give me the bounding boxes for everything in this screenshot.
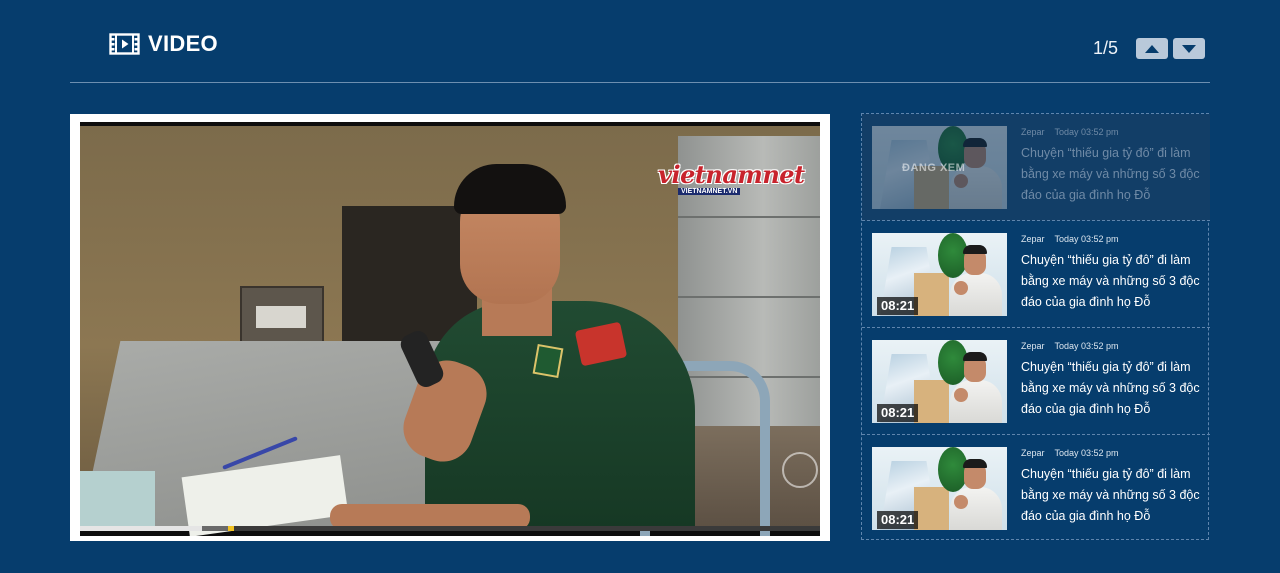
pager-up-button[interactable] [1136, 38, 1168, 59]
video-thumbnail[interactable]: 08:21 [872, 447, 1007, 530]
video-header: VIDEO 1/5 [0, 0, 1280, 84]
playlist-item[interactable]: 08:21 Zepar Today 03:52 pm Chuyện “thiếu gi… [862, 328, 1210, 435]
now-playing-label: ĐANG XEM [902, 162, 966, 174]
item-meta: Zepar Today 03:52 pm [1021, 341, 1119, 351]
item-meta: Zepar Today 03:52 pm [1021, 234, 1119, 244]
header-divider [70, 82, 1210, 83]
watermark-icon [782, 452, 818, 488]
video-thumbnail[interactable]: ĐANG XEM [872, 126, 1007, 209]
video-progress-bar[interactable] [80, 526, 820, 531]
duration-badge: 08:21 [877, 404, 919, 422]
item-meta: Zepar Today 03:52 pm [1021, 127, 1119, 137]
film-icon [109, 33, 140, 55]
item-author: Zepar [1021, 448, 1045, 458]
vietnamnet-logo: vietnamnet VIETNAMNET.VN [658, 160, 805, 195]
item-title[interactable]: Chuyện “thiếu gia tỷ đô” đi làm bằng xe … [1021, 143, 1201, 206]
arrow-up-icon [1145, 44, 1159, 53]
item-title[interactable]: Chuyện “thiếu gia tỷ đô” đi làm bằng xe … [1021, 250, 1201, 313]
pager-indicator: 1/5 [1092, 38, 1118, 58]
video-playlist: ĐANG XEM Zepar Today 03:52 pm Chuyện “thiếu… [861, 113, 1210, 542]
playlist-item[interactable]: 08:21 Zepar Today 03:52 pm Chuyện “thiếu gi… [862, 435, 1210, 542]
pager: 1/5 [1093, 38, 1205, 59]
item-title[interactable]: Chuyện “thiếu gia tỷ đô” đi làm bằng xe … [1021, 357, 1201, 420]
item-time: Today 03:52 pm [1054, 341, 1119, 351]
playlist-item[interactable]: ĐANG XEM Zepar Today 03:52 pm Chuyện “thiếu… [862, 114, 1210, 221]
duration-badge: 08:21 [877, 297, 919, 315]
item-time: Today 03:52 pm [1054, 448, 1119, 458]
item-time: Today 03:52 pm [1054, 234, 1119, 244]
item-author: Zepar [1021, 234, 1045, 244]
progress-played [80, 526, 203, 531]
pager-down-button[interactable] [1173, 38, 1205, 59]
video-screen[interactable]: vietnamnet VIETNAMNET.VN [80, 122, 820, 536]
section-title-text: VIDEO [148, 31, 218, 56]
item-author: Zepar [1021, 127, 1045, 137]
progress-marker[interactable] [228, 526, 234, 531]
video-thumbnail[interactable]: 08:21 [872, 233, 1007, 316]
video-player[interactable]: vietnamnet VIETNAMNET.VN [70, 114, 830, 541]
section-title: VIDEO [109, 31, 218, 57]
item-meta: Zepar Today 03:52 pm [1021, 448, 1119, 458]
item-author: Zepar [1021, 341, 1045, 351]
video-thumbnail[interactable]: 08:21 [872, 340, 1007, 423]
item-title[interactable]: Chuyện “thiếu gia tỷ đô” đi làm bằng xe … [1021, 464, 1201, 527]
item-time: Today 03:52 pm [1054, 127, 1119, 137]
duration-badge: 08:21 [877, 511, 919, 529]
playlist-item[interactable]: 08:21 Zepar Today 03:52 pm Chuyện “thiếu gi… [862, 221, 1210, 328]
arrow-down-icon [1182, 44, 1196, 53]
